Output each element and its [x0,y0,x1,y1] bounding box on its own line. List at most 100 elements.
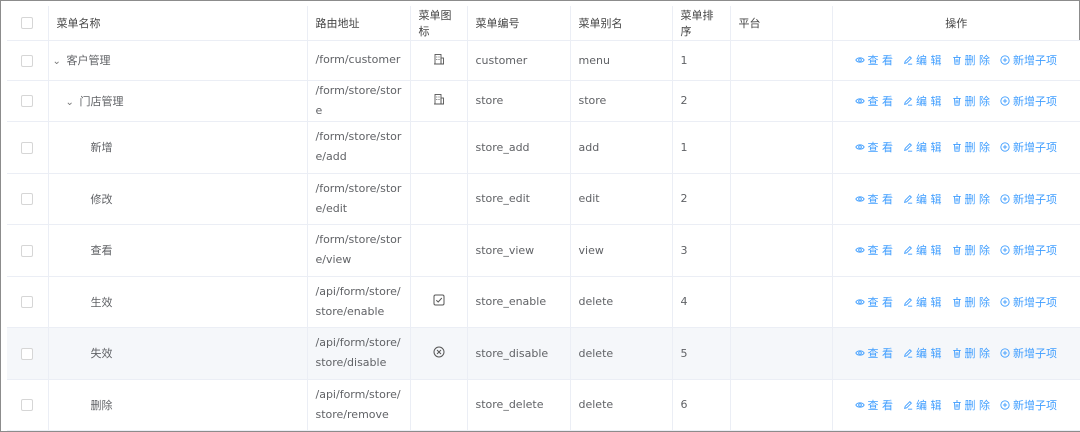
menu-alias: menu [569,40,672,81]
pencil-icon [903,245,913,255]
table-row[interactable]: ⌄ 门店管理 /form/store/store store store 2 查 … [7,80,1080,122]
plus-circle-icon [1000,95,1010,106]
row-checkbox-cell[interactable] [7,80,48,122]
table-row[interactable]: 修改 /form/store/store/edit store_edit edi… [7,173,1080,225]
row-checkbox[interactable] [21,296,34,308]
view-button[interactable]: 查 看 [854,397,893,413]
chevron-down-icon[interactable]: ⌄ [53,56,63,67]
table-row[interactable]: 删除 /api/form/store/store/remove store_de… [7,379,1080,431]
edit-button[interactable]: 编 辑 [903,93,942,109]
row-checkbox-cell[interactable] [7,276,48,328]
table-row[interactable]: 失效 /api/form/store/store/disable store_d… [7,327,1080,380]
row-checkbox[interactable] [21,193,34,205]
table-row[interactable]: 查看 /form/store/store/view store_view vie… [7,224,1080,277]
delete-button[interactable]: 删 除 [952,397,990,413]
view-button[interactable]: 查 看 [854,191,893,207]
add-child-button[interactable]: 新增子项 [1000,52,1057,68]
menu-platform [729,80,832,122]
menu-icon-cell [409,121,467,174]
menu-name: 修改 [90,192,113,206]
route-path: /form/customer [306,40,410,81]
row-checkbox-cell[interactable] [7,40,48,81]
view-button[interactable]: 查 看 [854,139,893,155]
plus-circle-icon [1000,193,1010,204]
edit-button[interactable]: 编 辑 [903,242,942,258]
menu-code: store_add [466,121,570,174]
row-checkbox[interactable] [21,54,34,67]
menu-name: 删除 [90,398,113,412]
table-row[interactable]: ⌄ 客户管理 /form/customer customer menu 1 查 看… [7,40,1080,81]
menu-name: 生效 [90,295,113,309]
row-actions: 查 看编 辑删 除新增子项 [831,327,1080,380]
col-alias: 菜单别名 [569,6,672,41]
menu-table: 菜单名称 路由地址 菜单图标 菜单编号 菜单别名 菜单排序 平台 操作 ⌄ 客户管… [7,6,1080,431]
add-child-button[interactable]: 新增子项 [1000,294,1057,310]
view-button[interactable]: 查 看 [854,242,893,258]
row-checkbox-cell[interactable] [7,173,48,225]
menu-platform [729,121,832,174]
plus-circle-icon [1000,55,1010,65]
eye-icon [854,55,865,65]
pencil-icon [903,55,913,65]
delete-button[interactable]: 删 除 [952,139,990,155]
plus-circle-icon [1000,296,1010,307]
menu-name-cell: 新增 [47,121,307,174]
menu-name: 新增 [90,141,113,154]
edit-button[interactable]: 编 辑 [903,139,942,155]
row-checkbox-cell[interactable] [7,224,48,277]
table-row[interactable]: 生效 /api/form/store/store/enable store_en… [7,276,1080,328]
row-checkbox-cell[interactable] [7,379,48,431]
view-button[interactable]: 查 看 [854,93,893,109]
menu-platform [729,379,832,431]
edit-button[interactable]: 编 辑 [903,191,942,207]
view-button[interactable]: 查 看 [854,52,893,68]
plus-circle-icon [1000,348,1010,358]
menu-sort: 4 [671,276,730,328]
menu-name-cell: ⌄ 客户管理 [47,40,307,81]
route-path: /form/store/store/add [306,121,410,174]
eye-icon [854,96,865,106]
delete-button[interactable]: 删 除 [952,191,990,207]
trash-icon [952,96,962,106]
delete-button[interactable]: 删 除 [952,93,990,109]
edit-button[interactable]: 编 辑 [903,397,942,413]
row-checkbox[interactable] [21,95,34,107]
select-all-checkbox[interactable] [21,17,34,30]
plus-circle-icon [1000,245,1010,255]
trash-icon [952,142,962,152]
row-checkbox[interactable] [21,244,34,257]
select-all-cell[interactable] [7,6,48,41]
view-button[interactable]: 查 看 [854,294,893,310]
row-checkbox-cell[interactable] [7,327,48,380]
row-checkbox[interactable] [21,347,34,360]
add-child-button[interactable]: 新增子项 [1000,397,1057,413]
row-checkbox[interactable] [21,399,34,411]
row-checkbox-cell[interactable] [7,121,48,174]
edit-button[interactable]: 编 辑 [903,52,942,68]
table-row[interactable]: 新增 /form/store/store/add store_add add 1… [7,121,1080,174]
menu-sort: 3 [671,224,730,277]
view-button[interactable]: 查 看 [854,345,893,361]
delete-button[interactable]: 删 除 [952,242,990,258]
delete-button[interactable]: 删 除 [952,294,990,310]
add-child-button[interactable]: 新增子项 [1000,139,1057,155]
add-child-button[interactable]: 新增子项 [1000,345,1057,361]
delete-button[interactable]: 删 除 [952,345,990,361]
add-child-button[interactable]: 新增子项 [1000,93,1057,109]
edit-button[interactable]: 编 辑 [903,294,942,310]
menu-sort: 1 [671,121,730,174]
menu-code: store_edit [466,173,570,225]
row-checkbox[interactable] [21,141,34,154]
menu-sort: 2 [671,80,730,122]
delete-button[interactable]: 删 除 [952,52,990,68]
menu-icon-cell [409,80,467,122]
add-child-button[interactable]: 新增子项 [1000,242,1057,258]
add-child-button[interactable]: 新增子项 [1000,191,1057,207]
menu-alias: view [569,224,672,277]
col-icon: 菜单图标 [409,6,467,41]
table-panel: 菜单名称 路由地址 菜单图标 菜单编号 菜单别名 菜单排序 平台 操作 ⌄ 客户管… [0,0,1080,432]
chevron-down-icon[interactable]: ⌄ [66,97,76,108]
trash-icon [952,245,962,255]
menu-platform [729,327,832,380]
edit-button[interactable]: 编 辑 [903,345,942,361]
